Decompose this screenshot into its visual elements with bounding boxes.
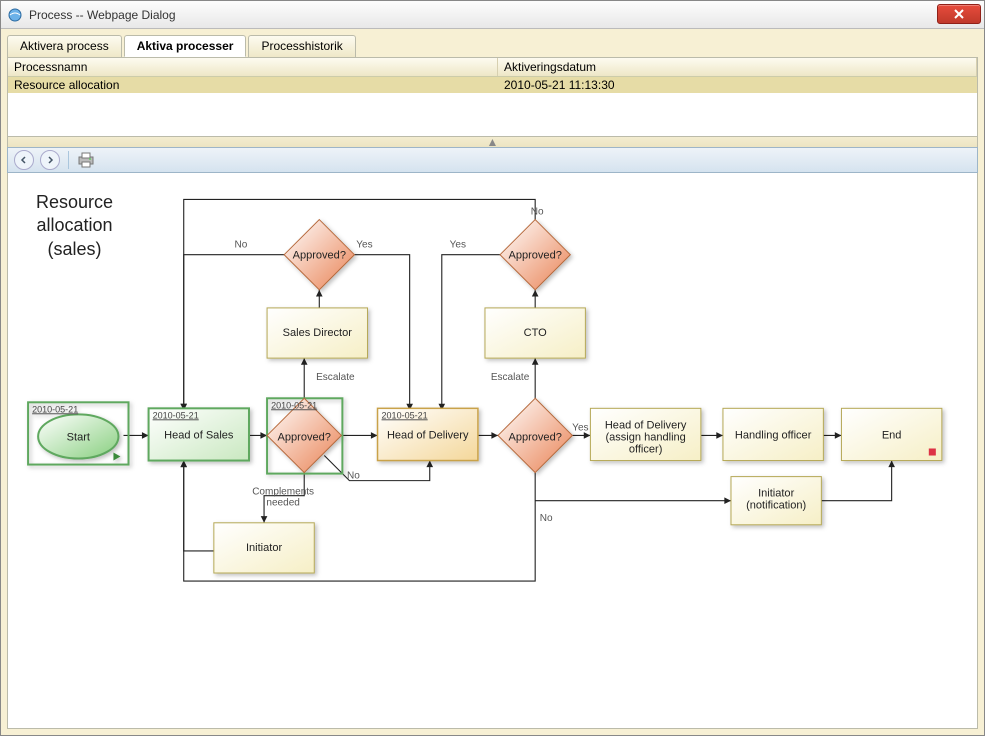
node-start: Start 2010-05-21 — [28, 402, 128, 464]
node-initiator: Initiator — [214, 523, 314, 573]
cell-process-name: Resource allocation — [8, 77, 498, 93]
svg-text:No: No — [531, 207, 544, 218]
process-grid: Processnamn Aktiveringsdatum Resource al… — [7, 57, 978, 137]
svg-text:Escalate: Escalate — [316, 372, 355, 383]
diagram-toolbar — [7, 147, 978, 173]
svg-text:Handling officer: Handling officer — [735, 429, 812, 441]
col-header-name[interactable]: Processnamn — [8, 58, 498, 76]
svg-text:Head of Sales: Head of Sales — [164, 429, 234, 441]
svg-text:CTO: CTO — [524, 327, 548, 339]
col-header-date[interactable]: Aktiveringsdatum — [498, 58, 977, 76]
svg-text:Escalate: Escalate — [491, 372, 530, 383]
node-initiator-notification: Initiator (notification) — [731, 477, 821, 525]
svg-text:Yes: Yes — [356, 240, 372, 251]
svg-text:End: End — [882, 429, 902, 441]
tab-bar: Aktivera process Aktiva processer Proces… — [7, 35, 978, 57]
grid-header: Processnamn Aktiveringsdatum — [8, 58, 977, 77]
svg-text:2010-05-21: 2010-05-21 — [271, 400, 317, 410]
titlebar: Process -- Webpage Dialog — [1, 1, 984, 29]
svg-text:2010-05-21: 2010-05-21 — [153, 410, 199, 420]
svg-text:No: No — [235, 240, 248, 251]
arrow-right-icon — [45, 155, 55, 165]
svg-text:No: No — [347, 471, 360, 482]
nav-back-button[interactable] — [14, 150, 34, 170]
arrow-left-icon — [19, 155, 29, 165]
print-button[interactable] — [77, 152, 95, 168]
close-icon — [953, 9, 965, 19]
printer-icon — [77, 152, 95, 168]
splitter-handle[interactable]: ▲ — [7, 137, 978, 147]
node-cto: CTO — [485, 308, 585, 358]
tab-active-processes[interactable]: Aktiva processer — [124, 35, 247, 57]
toolbar-separator — [68, 151, 69, 169]
svg-text:Initiator: Initiator — [246, 542, 283, 554]
svg-text:Head of Delivery: Head of Delivery — [387, 429, 469, 441]
svg-text:Approved?: Approved? — [278, 431, 331, 443]
cell-activation-date: 2010-05-21 11:13:30 — [498, 77, 977, 93]
window-title: Process -- Webpage Dialog — [29, 8, 176, 22]
table-row[interactable]: Resource allocation 2010-05-21 11:13:30 — [8, 77, 977, 93]
node-approved-3: Approved? — [498, 398, 572, 472]
svg-text:Yes: Yes — [450, 240, 466, 251]
svg-text:Approved?: Approved? — [293, 250, 346, 262]
node-approved-4: Approved? — [500, 220, 570, 290]
content: Aktivera process Aktiva processer Proces… — [1, 29, 984, 735]
tab-process-history[interactable]: Processhistorik — [248, 35, 355, 57]
svg-text:Sales Director: Sales Director — [283, 327, 353, 339]
svg-text:Approved?: Approved? — [508, 431, 561, 443]
svg-text:Approved?: Approved? — [508, 250, 561, 262]
svg-text:(notification): (notification) — [746, 500, 806, 512]
svg-text:needed: needed — [266, 498, 299, 509]
svg-text:officer): officer) — [629, 444, 663, 456]
node-head-of-delivery: Head of Delivery 2010-05-21 — [378, 408, 478, 460]
dialog-window: Process -- Webpage Dialog Aktivera proce… — [0, 0, 985, 736]
tab-activate-process[interactable]: Aktivera process — [7, 35, 122, 57]
svg-text:Head of Delivery: Head of Delivery — [605, 419, 687, 431]
diagram-canvas[interactable]: Resource allocation (sales) — [7, 173, 978, 729]
svg-text:No: No — [540, 513, 553, 524]
node-hod-assign: Head of Delivery (assign handling office… — [590, 408, 700, 460]
svg-text:2010-05-21: 2010-05-21 — [382, 410, 428, 420]
ie-icon — [7, 7, 23, 23]
svg-text:(assign handling: (assign handling — [605, 431, 685, 443]
nav-forward-button[interactable] — [40, 150, 60, 170]
svg-text:Initiator: Initiator — [758, 488, 795, 500]
node-approved-2: Approved? — [284, 220, 354, 290]
svg-text:Yes: Yes — [572, 422, 588, 433]
svg-text:2010-05-21: 2010-05-21 — [32, 404, 78, 414]
node-head-of-sales: Head of Sales 2010-05-21 — [149, 408, 249, 460]
node-handling-officer: Handling officer — [723, 408, 823, 460]
svg-text:Start: Start — [67, 431, 90, 443]
flow-svg: Start 2010-05-21 Head of Sales 2010-05-2… — [8, 173, 977, 728]
svg-text:Complements: Complements — [252, 487, 314, 498]
node-sales-director: Sales Director — [267, 308, 367, 358]
node-end: End — [841, 408, 941, 460]
close-button[interactable] — [937, 4, 981, 24]
